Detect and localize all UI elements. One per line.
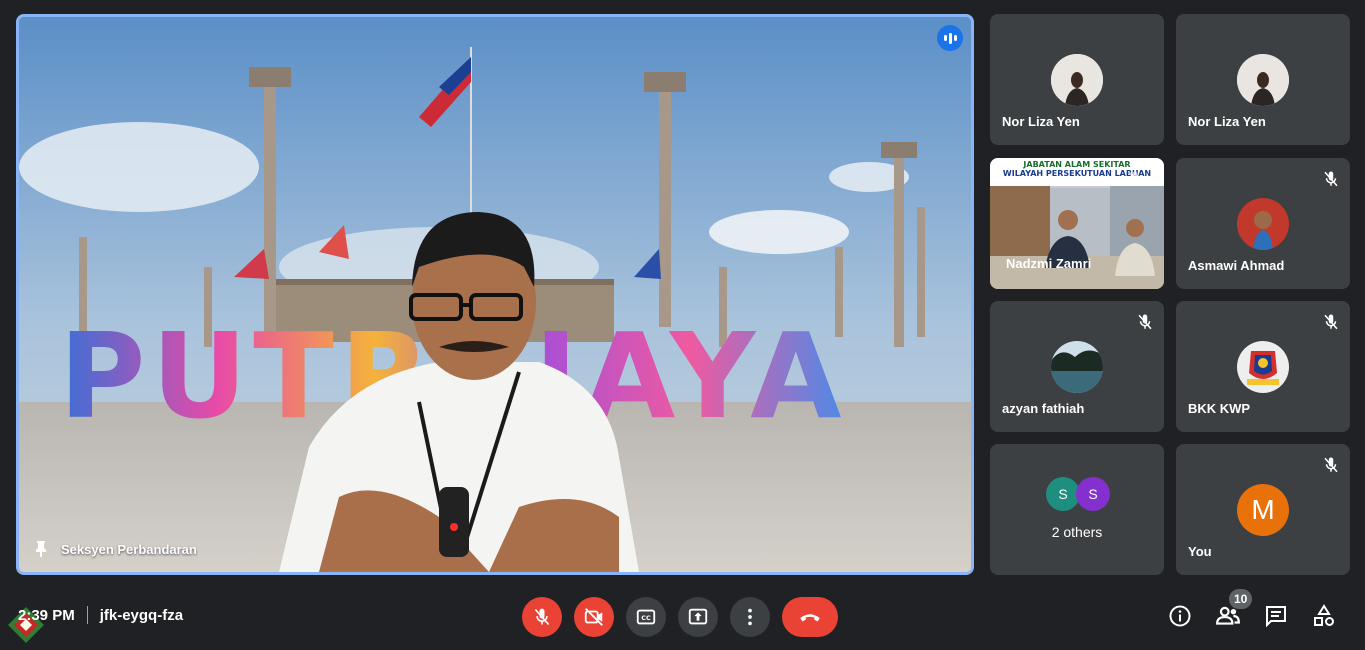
- leave-call-button[interactable]: [782, 597, 838, 637]
- svg-text:CC: CC: [641, 614, 651, 622]
- meeting-details-button[interactable]: [1167, 603, 1193, 629]
- participant-name: You: [1188, 544, 1212, 559]
- bottom-toolbar: 2:39 PM jfk-eygq-fza CC 10: [0, 585, 1365, 650]
- participant-tile[interactable]: azyan fathiah: [990, 301, 1164, 432]
- mic-off-icon: [1324, 457, 1338, 473]
- avatar: S: [1046, 477, 1080, 511]
- participant-name: Nor Liza Yen: [1188, 114, 1266, 129]
- captions-button[interactable]: CC: [626, 597, 666, 637]
- video-banner-line1: JABATAN ALAM SEKITAR: [1023, 160, 1131, 169]
- avatar: [1051, 54, 1103, 106]
- participant-name: Nor Liza Yen: [1002, 114, 1080, 129]
- participant-count-badge: 10: [1229, 589, 1253, 609]
- self-tile[interactable]: M You: [1176, 444, 1350, 575]
- call-end-icon: [800, 614, 820, 622]
- mic-off-icon: [1324, 171, 1338, 187]
- clock-time: 2:39 PM: [18, 606, 75, 624]
- chat-icon: [1266, 606, 1286, 628]
- avatar: [1237, 54, 1289, 106]
- speaker-video: PUTRAJAYA: [19, 17, 971, 572]
- mic-off-icon: [534, 608, 550, 626]
- avatar-initial: M: [1251, 494, 1275, 525]
- participant-tile[interactable]: BKK KWP: [1176, 301, 1350, 432]
- mic-off-icon: [1324, 314, 1338, 330]
- pin-icon[interactable]: [33, 540, 49, 558]
- avatar-initial: S: [1088, 486, 1098, 502]
- chat-button[interactable]: [1263, 603, 1289, 629]
- divider: [86, 606, 88, 624]
- participant-name: Nadzmi Zamri: [1006, 256, 1092, 271]
- present-icon: [688, 608, 708, 625]
- others-tile[interactable]: S S 2 others: [990, 444, 1164, 575]
- avatar: S: [1076, 477, 1110, 511]
- more-icon: [748, 608, 752, 626]
- avatar: [1237, 198, 1289, 250]
- speaking-icon: [937, 25, 963, 51]
- activities-button[interactable]: [1311, 603, 1337, 629]
- mic-toggle-button[interactable]: [522, 597, 562, 637]
- activities-icon: [1314, 604, 1334, 626]
- participant-tile[interactable]: JABATAN ALAM SEKITAR WILAYAH PERSEKUTUAN…: [990, 158, 1164, 289]
- camera-toggle-button[interactable]: [574, 597, 614, 637]
- participant-tile[interactable]: Asmawi Ahmad: [1176, 158, 1350, 289]
- main-speaker-label: Seksyen Perbandaran: [33, 540, 197, 558]
- meet-window: PUTRAJAYA Seksyen Perbandaran: [0, 0, 1365, 650]
- meeting-code[interactable]: jfk-eygq-fza: [100, 607, 183, 624]
- mic-off-icon: [1138, 314, 1152, 330]
- main-speaker-tile[interactable]: PUTRAJAYA Seksyen Perbandaran: [16, 14, 974, 575]
- crest-avatar: [1237, 341, 1289, 393]
- participant-name: azyan fathiah: [1002, 401, 1085, 416]
- avatar-initial: S: [1058, 486, 1068, 502]
- avatar: [1051, 341, 1103, 393]
- avatar: M: [1237, 484, 1289, 536]
- more-options-button[interactable]: [730, 597, 770, 637]
- video-off-icon: [584, 608, 603, 626]
- others-count-label: 2 others: [1051, 524, 1103, 540]
- present-screen-button[interactable]: [678, 597, 718, 637]
- meeting-details: 2:39 PM jfk-eygq-fza: [18, 606, 183, 624]
- participant-name: BKK KWP: [1188, 401, 1251, 416]
- mic-off-icon: [1128, 171, 1142, 187]
- captions-icon: CC: [636, 609, 656, 625]
- participant-tile[interactable]: Nor Liza Yen: [1176, 14, 1350, 145]
- info-icon: [1169, 605, 1191, 627]
- participant-tile[interactable]: Nor Liza Yen: [990, 14, 1164, 145]
- participant-name: Asmawi Ahmad: [1188, 258, 1285, 273]
- main-speaker-name: Seksyen Perbandaran: [61, 541, 197, 557]
